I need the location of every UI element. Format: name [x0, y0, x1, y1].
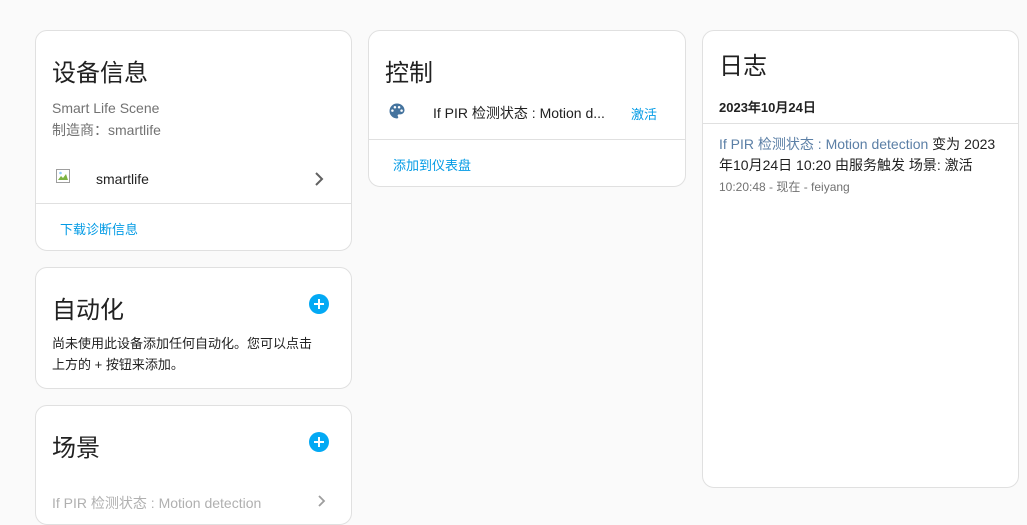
divider [369, 139, 685, 140]
logbook-date: 2023年10月24日 [719, 100, 816, 115]
plus-icon [314, 299, 324, 309]
add-to-dashboard-link[interactable]: 添加到仪表盘 [393, 155, 471, 174]
integration-label: smartlife [96, 171, 149, 187]
scene-entity-name[interactable]: If PIR 检测状态 : Motion d... [433, 103, 605, 123]
device-model: Smart Life Scene [52, 100, 160, 116]
palette-icon [387, 101, 407, 126]
scenes-title: 场景 [52, 435, 100, 462]
add-scene-button[interactable] [309, 432, 329, 452]
scenes-card: 场景 If PIR 检测状态 : Motion detection [35, 405, 352, 525]
scene-item-label: If PIR 检测状态 : Motion detection [52, 495, 262, 511]
logbook-entry-line1: If PIR 检测状态 : Motion detection 变为 2023 [719, 134, 995, 154]
plus-icon [314, 437, 324, 447]
logbook-entry-line2: 年10月24日 10:20 由服务触发 场景: 激活 [719, 157, 973, 173]
scene-entity-row: If PIR 检测状态 : Motion d... 激活 [369, 97, 685, 127]
device-info-card: 设备信息 Smart Life Scene 制造商：smartlife smar… [35, 30, 352, 251]
automation-empty-line2: 上方的 + 按钮来添加。 [52, 357, 184, 372]
automation-empty-line1: 尚未使用此设备添加任何自动化。您可以点击 [52, 336, 313, 351]
scene-list-item[interactable]: If PIR 检测状态 : Motion detection [36, 488, 351, 514]
logbook-entry-meta: 10:20:48 - 现在 - feiyang [719, 180, 850, 194]
add-automation-button[interactable] [309, 294, 329, 314]
chevron-right-icon [312, 171, 326, 192]
automation-title: 自动化 [52, 297, 124, 324]
activate-button[interactable]: 激活 [631, 104, 657, 123]
broken-image-icon [56, 169, 70, 183]
controls-title: 控制 [385, 60, 433, 87]
integration-row[interactable]: smartlife [36, 159, 351, 199]
logbook-title: 日志 [719, 53, 767, 80]
divider [36, 203, 351, 204]
logbook-entity-link[interactable]: If PIR 检测状态 : Motion detection [719, 136, 928, 152]
automation-card: 自动化 尚未使用此设备添加任何自动化。您可以点击 上方的 + 按钮来添加。 [35, 267, 352, 389]
device-info-title: 设备信息 [52, 60, 148, 87]
download-diagnostics-link[interactable]: 下载诊断信息 [60, 219, 138, 238]
logbook-entry-text: 变为 2023 [928, 136, 996, 152]
device-manufacturer: 制造商：smartlife [52, 122, 161, 138]
controls-card: 控制 If PIR 检测状态 : Motion d... 激活 添加到仪表盘 [368, 30, 686, 187]
logbook-card: 日志 2023年10月24日 If PIR 检测状态 : Motion dete… [702, 30, 1019, 488]
divider [703, 123, 1018, 124]
chevron-right-icon [316, 494, 328, 513]
